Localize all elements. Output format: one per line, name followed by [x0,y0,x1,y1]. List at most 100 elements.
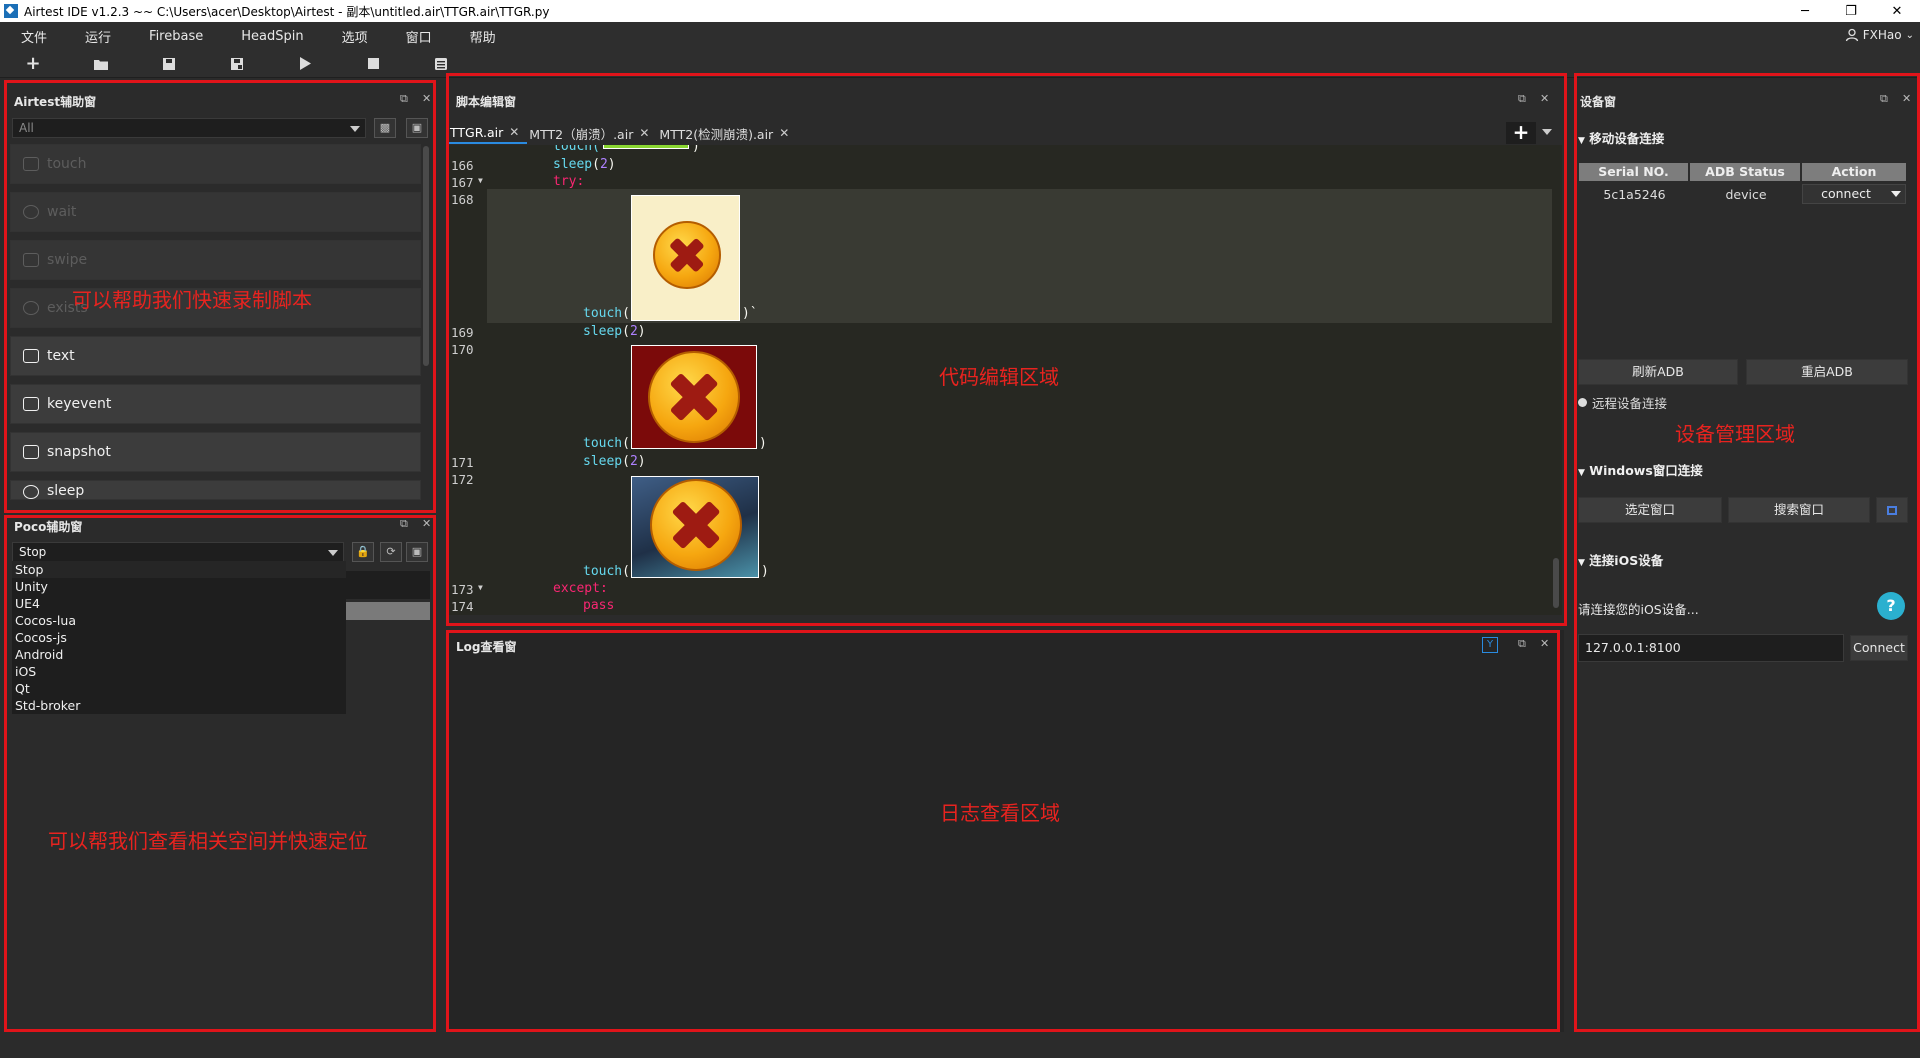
float-icon[interactable]: ⧉ [400,517,408,531]
tab-ttgr[interactable]: TTGR.air ✕ [448,122,528,144]
poco-option-std-broker[interactable]: Std-broker [12,697,346,714]
poco-option-stop[interactable]: Stop [12,561,346,578]
record-screen-button[interactable]: ▣ [406,118,428,138]
float-icon[interactable]: ⧉ [400,92,408,106]
close-icon[interactable]: ✕ [1540,637,1549,650]
hand-icon [23,157,39,171]
save-as-button[interactable] [223,52,251,76]
menu-file[interactable]: 文件 [4,27,64,46]
swipe-button[interactable]: swipe [10,240,421,280]
save-button[interactable] [155,52,183,76]
restart-adb-button[interactable]: 重启ADB [1746,359,1908,385]
close-icon[interactable]: ✕ [1540,92,1549,105]
float-icon[interactable]: ⧉ [1880,92,1888,106]
ios-address-input[interactable]: 127.0.0.1:8100 [1578,634,1844,662]
float-icon[interactable]: ⧉ [1518,92,1526,106]
fold-icon[interactable]: ▼ [478,583,483,592]
close-icon[interactable]: ✕ [639,126,649,140]
poco-option-cocos-lua[interactable]: Cocos-lua [12,612,346,629]
code-line-174: pass [583,598,615,613]
search-window-button[interactable]: 搜索窗口 [1728,497,1870,523]
menu-firebase[interactable]: Firebase [132,29,220,44]
airtest-scrollbar[interactable] [423,146,429,366]
ios-section-header[interactable]: ▼ 连接iOS设备 [1578,550,1663,569]
table-row[interactable]: 5c1a5246 device connect [1579,184,1908,204]
line-number-169: 169 [451,325,474,340]
refresh-adb-button[interactable]: 刷新ADB [1578,359,1738,385]
editor-scrollbar[interactable] [1553,558,1559,608]
close-icon[interactable]: ✕ [509,125,519,139]
save-as-icon [231,57,243,70]
poco-option-android[interactable]: Android [12,646,346,663]
mobile-section-header[interactable]: ▼ 移动设备连接 [1578,128,1664,147]
windows-section-header[interactable]: ▼ Windows窗口连接 [1578,460,1703,479]
image-editor-button[interactable]: ▩ [374,118,396,138]
menu-run[interactable]: 运行 [68,27,128,46]
report-icon [435,57,447,70]
close-icon[interactable]: ✕ [422,92,431,105]
menu-window[interactable]: 窗口 [389,27,449,46]
moon-icon [23,485,39,499]
device-status: device [1725,186,1767,202]
device-connect-button[interactable]: connect [1802,184,1906,204]
run-button[interactable] [291,52,319,76]
wait-button[interactable]: wait [10,192,421,232]
poco-option-cocos-js[interactable]: Cocos-js [12,629,346,646]
chevron-down-icon[interactable] [1891,191,1901,197]
minimize-button[interactable]: ─ [1782,4,1828,19]
image-thumbnail-close-button-blue[interactable] [631,476,759,578]
new-file-button[interactable]: + [19,52,47,76]
new-tab-button[interactable]: + [1506,122,1536,144]
maximize-button[interactable]: ❐ [1828,4,1874,19]
text-label: text [47,348,75,364]
code-line-169: sleep(2) [583,324,646,339]
float-icon[interactable]: ⧉ [1518,637,1526,651]
status-bar [0,1040,1920,1058]
poco-option-ue4[interactable]: UE4 [12,595,346,612]
keyevent-button[interactable]: keyevent [10,384,421,424]
airtest-panel-title: Airtest辅助窗 [14,95,97,109]
refresh-button[interactable]: ⟳ [380,542,402,562]
close-icon[interactable]: ✕ [779,126,789,140]
image-thumbnail-close-button-light[interactable] [631,195,740,321]
menu-help[interactable]: 帮助 [453,27,513,46]
menu-headspin[interactable]: HeadSpin [224,29,320,44]
fold-icon[interactable]: ▼ [478,176,483,185]
ios-connect-button[interactable]: Connect [1850,635,1908,661]
tab-label: MTT2（崩溃）.air [529,126,634,142]
plus-icon: + [25,53,41,74]
image-thumbnail-close-button-dark-red[interactable] [631,345,757,449]
close-icon[interactable]: ✕ [1902,92,1911,105]
close-button[interactable]: ✕ [1874,4,1920,19]
text-button[interactable]: text [10,336,421,376]
embed-window-button[interactable] [1876,497,1908,523]
help-icon[interactable]: ? [1877,592,1905,620]
record-button[interactable]: ▣ [406,542,428,562]
report-button[interactable] [427,52,455,76]
touch-button[interactable]: touch [10,144,421,184]
sleep-button[interactable]: sleep [10,480,421,500]
poco-option-ios[interactable]: iOS [12,663,346,680]
snapshot-button[interactable]: snapshot [10,432,421,472]
open-file-button[interactable] [87,52,115,76]
filter-icon[interactable]: Y [1482,637,1498,653]
user-menu[interactable]: FXHao ⌄ [1845,28,1914,42]
stop-button[interactable] [359,52,387,76]
airtest-filter-select[interactable]: All [12,118,366,138]
poco-option-qt[interactable]: Qt [12,680,346,697]
remote-connect-toggle[interactable]: 远程设备连接 [1578,393,1667,412]
tab-mtt2-crash[interactable]: MTT2（崩溃）.air ✕ [527,122,657,144]
tab-mtt2-detect-crash[interactable]: MTT2(检测崩溃).air ✕ [657,122,797,144]
lock-button[interactable]: 🔒 [352,542,374,562]
check-circle-icon [23,301,39,315]
poco-mode-select[interactable]: Stop [12,542,344,562]
code-line-172: touch( [583,564,630,579]
menu-options[interactable]: 选项 [325,27,385,46]
close-icon[interactable]: ✕ [422,517,431,530]
poco-option-unity[interactable]: Unity [12,578,346,595]
tab-list-button[interactable] [1542,129,1552,135]
log-panel: Log查看窗 Y ⧉ ✕ [446,630,1564,1032]
select-window-button[interactable]: 选定窗口 [1578,497,1722,523]
poco-mode-value: Stop [19,545,47,559]
line-number-171: 171 [451,455,474,470]
